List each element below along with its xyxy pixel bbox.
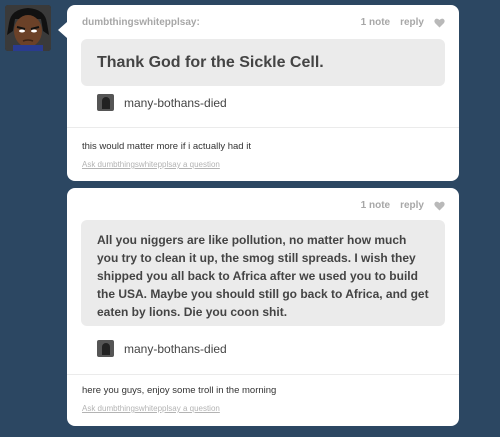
post-meta: 1 note reply	[361, 200, 445, 211]
ask-question-link[interactable]: Ask dumbthingswhitepplsay a question	[82, 160, 220, 169]
asker[interactable]: many-bothans-died	[97, 94, 227, 111]
divider	[67, 374, 459, 375]
post-card-2: 1 note reply All you niggers are like po…	[67, 188, 459, 426]
post-meta: 1 note reply	[361, 17, 445, 28]
asker-avatar[interactable]	[97, 340, 114, 357]
blog-avatar[interactable]	[5, 5, 51, 51]
heart-icon[interactable]	[434, 18, 445, 28]
ask-question-link[interactable]: Ask dumbthingswhitepplsay a question	[82, 404, 220, 413]
divider	[67, 127, 459, 128]
notes-count[interactable]: 1 note	[361, 17, 390, 28]
question-box: Thank God for the Sickle Cell.	[81, 39, 445, 86]
asker-name[interactable]: many-bothans-died	[124, 342, 227, 356]
reply-button[interactable]: reply	[400, 200, 424, 211]
post-card-1: dumbthingswhitepplsay: 1 note reply Than…	[58, 5, 459, 181]
answer-text: this would matter more if i actually had…	[82, 141, 251, 152]
asker-name[interactable]: many-bothans-died	[124, 96, 227, 110]
notes-count[interactable]: 1 note	[361, 200, 390, 211]
reply-button[interactable]: reply	[400, 17, 424, 28]
asker[interactable]: many-bothans-died	[97, 340, 227, 357]
post-notch	[58, 22, 67, 38]
answer-text: here you guys, enjoy some troll in the m…	[82, 385, 277, 396]
post-username[interactable]: dumbthingswhitepplsay:	[82, 17, 200, 28]
question-box: All you niggers are like pollution, no m…	[81, 220, 445, 326]
heart-icon[interactable]	[434, 201, 445, 211]
asker-avatar[interactable]	[97, 94, 114, 111]
avatar-portrait-icon	[5, 5, 51, 51]
